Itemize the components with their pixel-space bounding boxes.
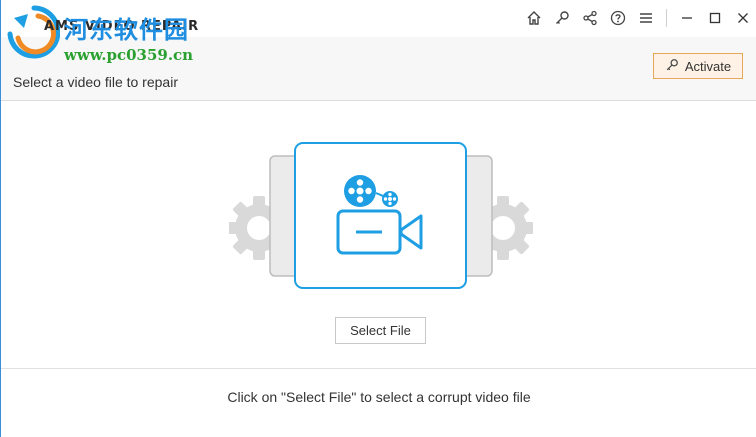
instruction-text: Select a video file to repair [13, 74, 178, 90]
activate-label: Activate [684, 58, 732, 74]
hint-text: Click on "Select File" to select a corru… [227, 389, 531, 405]
help-icon[interactable] [604, 7, 632, 29]
video-card [294, 142, 467, 289]
watermark-text: 河东软件园 [64, 15, 189, 44]
maximize-icon[interactable] [701, 7, 729, 29]
close-icon[interactable] [729, 7, 756, 29]
toolbar-separator [666, 9, 667, 27]
key-icon[interactable] [548, 7, 576, 29]
menu-icon[interactable] [632, 7, 660, 29]
home-icon[interactable] [520, 7, 548, 29]
app-logo: AMS VIDEO REPAIR 河东软件园 www.pc0359.cn [4, 4, 214, 64]
activate-button[interactable]: Activate [653, 53, 743, 79]
window-toolbar [520, 7, 756, 29]
repair-illustration [227, 140, 535, 292]
share-icon[interactable] [576, 7, 604, 29]
watermark-url: www.pc0359.cn [64, 46, 194, 64]
content-divider [1, 368, 756, 369]
minimize-icon[interactable] [673, 7, 701, 29]
select-file-button[interactable]: Select File [335, 317, 426, 344]
key-icon [665, 58, 679, 75]
